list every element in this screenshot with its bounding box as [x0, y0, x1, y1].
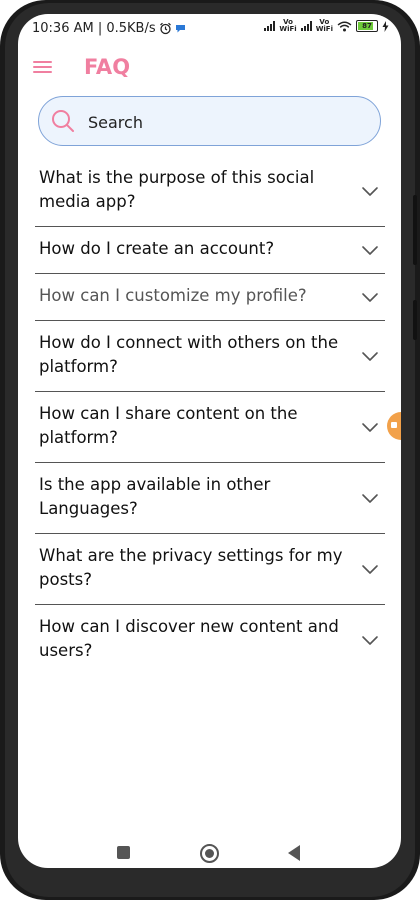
status-bar: 10:36 AM | 0.5KB/s Vo WiFi Vo WiFi 87	[18, 14, 401, 44]
faq-item[interactable]: How can I customize my profile?	[35, 274, 385, 321]
battery-icon: 87	[356, 20, 378, 32]
message-bubble-icon	[175, 25, 185, 33]
chevron-down-icon[interactable]	[361, 560, 379, 578]
app-screen: 10:36 AM | 0.5KB/s Vo WiFi Vo WiFi 87 FA…	[18, 14, 401, 868]
faq-item[interactable]: How do I connect with others on the plat…	[35, 321, 385, 392]
charging-icon	[382, 20, 389, 32]
alarm-icon	[159, 22, 171, 35]
status-left: 10:36 AM | 0.5KB/s	[32, 21, 186, 36]
page-title: FAQ	[84, 55, 131, 79]
faq-item[interactable]: Is the app available in other Languages?	[35, 463, 385, 534]
vowifi-label: Vo WiFi	[315, 18, 333, 33]
app-bar: FAQ	[18, 50, 401, 90]
faq-item[interactable]: How can I discover new content and users…	[35, 605, 385, 675]
status-time: 10:36 AM | 0.5KB/s	[32, 21, 156, 36]
faq-question: What are the privacy settings for my pos…	[39, 546, 343, 589]
power-button	[413, 300, 417, 340]
faq-question: How can I customize my profile?	[39, 286, 307, 305]
signal-icon	[264, 21, 276, 31]
faq-question: How can I discover new content and users…	[39, 617, 339, 660]
back-button[interactable]	[288, 845, 300, 861]
search-bar[interactable]	[38, 96, 381, 146]
chevron-down-icon[interactable]	[361, 182, 379, 200]
faq-question: What is the purpose of this social media…	[39, 168, 315, 211]
chevron-down-icon[interactable]	[361, 418, 379, 436]
chevron-down-icon[interactable]	[361, 347, 379, 365]
faq-list: What is the purpose of this social media…	[35, 156, 385, 675]
floating-handle[interactable]	[387, 412, 401, 440]
faq-question: How do I create an account?	[39, 239, 275, 258]
chevron-down-icon[interactable]	[361, 288, 379, 306]
status-right: Vo WiFi Vo WiFi 87	[264, 19, 389, 33]
vowifi-label: Vo WiFi	[279, 18, 297, 33]
wifi-icon	[337, 21, 352, 31]
faq-question: How can I share content on the platform?	[39, 404, 298, 447]
signal-icon	[300, 21, 312, 31]
search-input[interactable]	[86, 109, 360, 135]
system-nav-bar	[18, 840, 401, 868]
search-icon	[52, 110, 74, 132]
faq-item[interactable]: What are the privacy settings for my pos…	[35, 534, 385, 605]
faq-question: How do I connect with others on the plat…	[39, 333, 339, 376]
chevron-down-icon[interactable]	[361, 631, 379, 649]
chevron-down-icon[interactable]	[361, 241, 379, 259]
home-button[interactable]	[200, 844, 219, 863]
faq-item[interactable]: How can I share content on the platform?	[35, 392, 385, 463]
faq-question: Is the app available in other Languages?	[39, 475, 271, 518]
phone-frame: 10:36 AM | 0.5KB/s Vo WiFi Vo WiFi 87 FA…	[0, 0, 420, 900]
chevron-down-icon[interactable]	[361, 489, 379, 507]
volume-button	[413, 195, 417, 265]
hamburger-menu-icon[interactable]	[33, 59, 53, 75]
faq-item[interactable]: What is the purpose of this social media…	[35, 156, 385, 227]
recent-apps-button[interactable]	[117, 846, 130, 859]
battery-level: 87	[362, 22, 372, 30]
faq-item[interactable]: How do I create an account?	[35, 227, 385, 274]
